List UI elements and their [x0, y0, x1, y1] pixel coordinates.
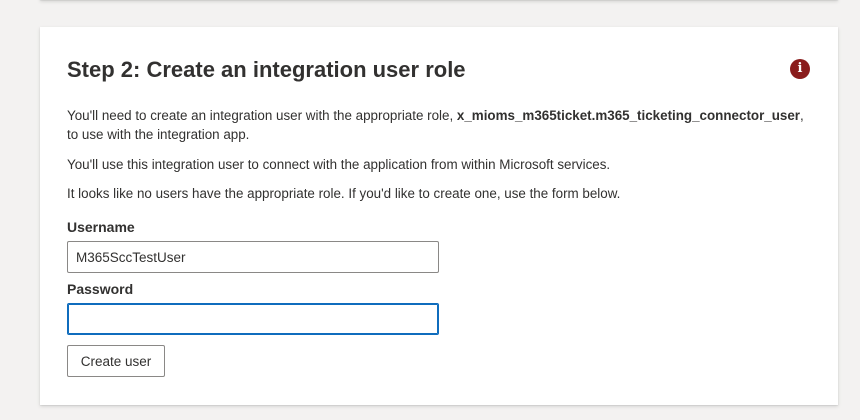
- role-name: x_mioms_m365ticket.m365_ticketing_connec…: [456, 108, 801, 123]
- step-2-card: Step 2: Create an integration user role …: [40, 27, 838, 405]
- password-label: Password: [67, 281, 134, 297]
- integration-user-description: You'll use this integration user to conn…: [67, 157, 611, 172]
- no-users-notice: It looks like no users have the appropri…: [67, 186, 621, 201]
- info-icon[interactable]: i: [790, 59, 810, 79]
- password-input[interactable]: [67, 303, 439, 335]
- step-title: Step 2: Create an integration user role: [67, 57, 466, 82]
- role-instructions-start: You'll need to create an integration use…: [67, 108, 457, 123]
- create-user-button[interactable]: Create user: [67, 345, 165, 377]
- username-label: Username: [67, 219, 135, 235]
- role-instructions: You'll need to create an integration use…: [67, 106, 817, 144]
- username-input[interactable]: [67, 241, 439, 273]
